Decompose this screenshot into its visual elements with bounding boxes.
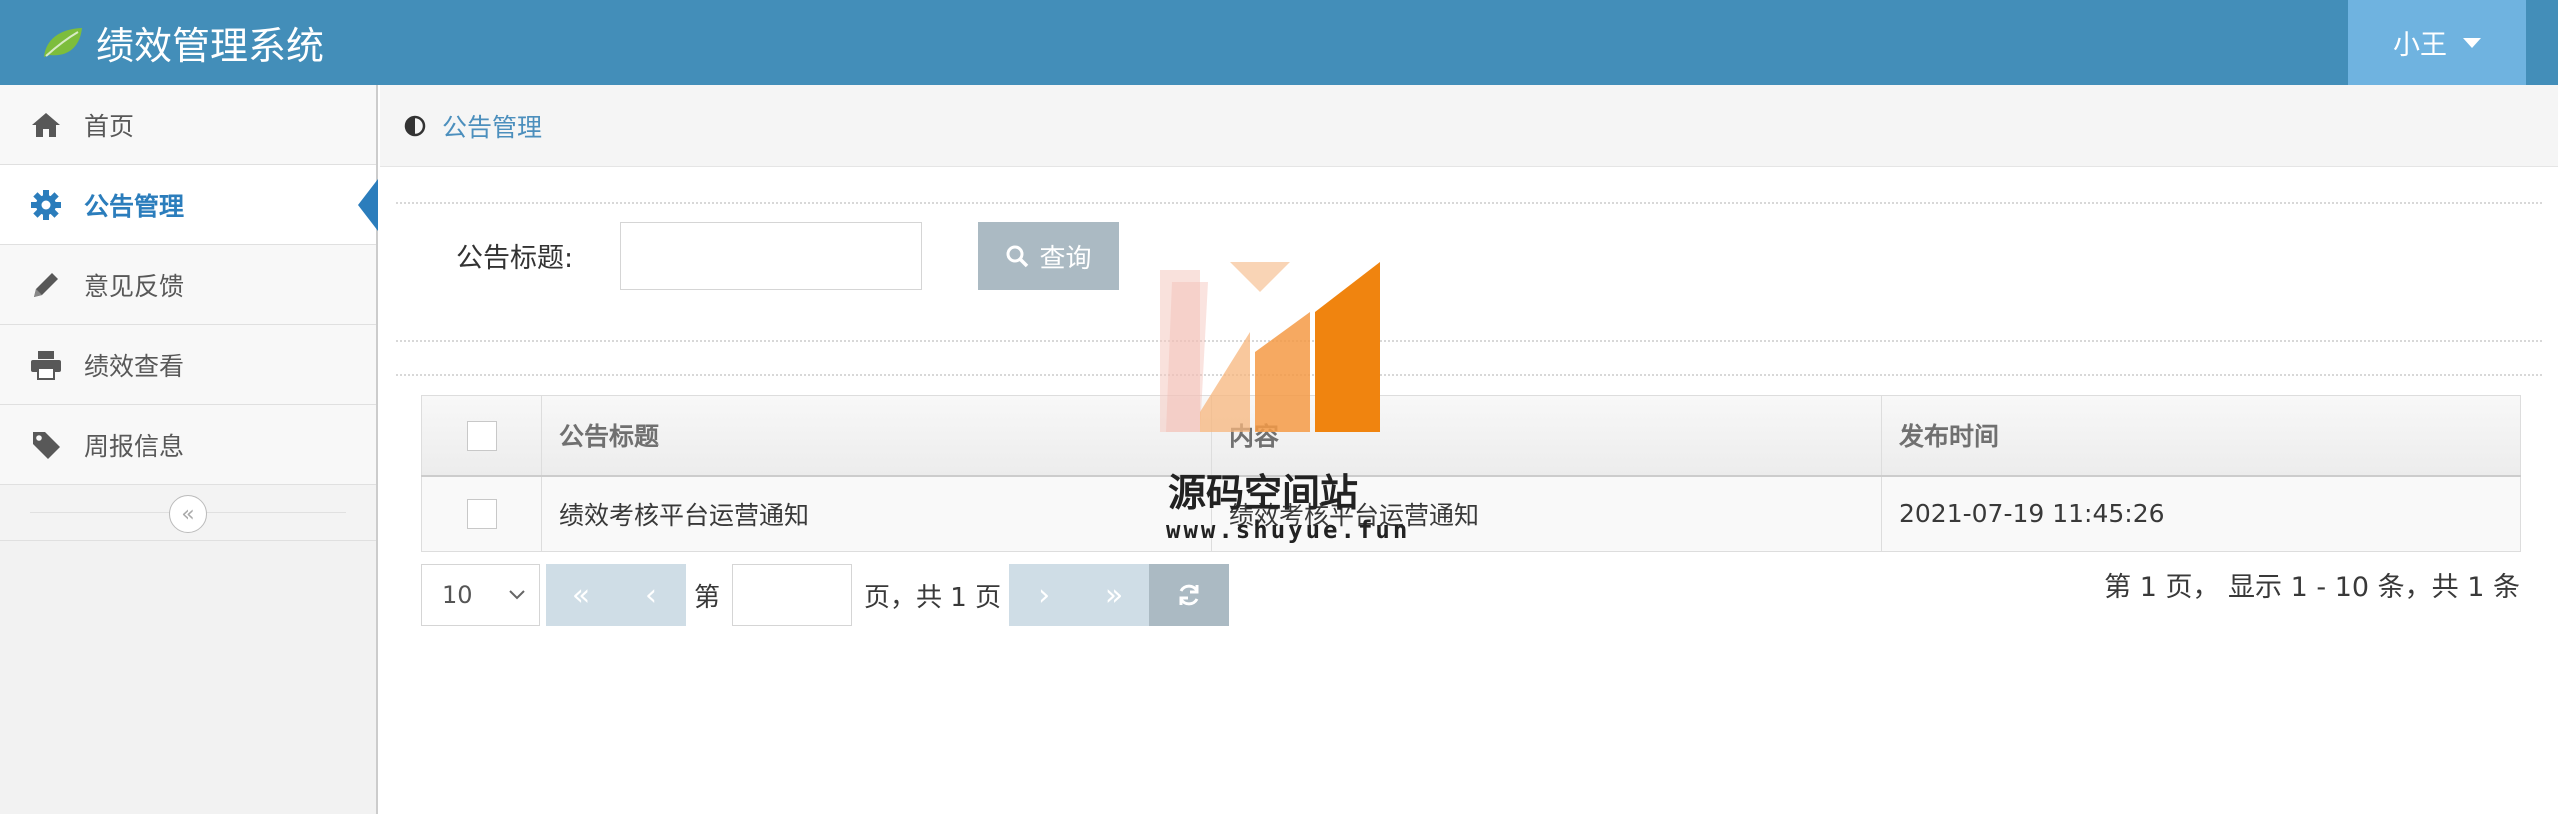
- select-all-cell: [421, 395, 542, 477]
- sidebar-item-performance[interactable]: 绩效查看: [0, 325, 376, 405]
- page-number-input[interactable]: [732, 564, 853, 626]
- refresh-button[interactable]: [1149, 564, 1230, 626]
- leaf-icon: [44, 27, 82, 57]
- title-search-input[interactable]: [620, 222, 922, 290]
- pagination-info: 第 1 页， 显示 1 - 10 条，共 1 条: [2104, 572, 2520, 603]
- column-header-title[interactable]: 公告标题: [541, 395, 1212, 477]
- select-all-checkbox[interactable]: [466, 420, 497, 451]
- announcement-table: 公告标题 内容 发布时间 绩效考核平台运营通知 绩效考核平台运营通知 2021-…: [421, 395, 2521, 552]
- search-button-label: 查询: [1039, 243, 1092, 274]
- sidebar-item-label: 意见反馈: [84, 271, 185, 301]
- page-suffix: 页，共 1 页: [864, 582, 1002, 613]
- pagination: 10 « ‹ 第 页，共 1 页 › »: [421, 564, 1230, 626]
- collapse-sidebar-button[interactable]: «: [169, 495, 207, 533]
- search-title-label: 公告标题:: [456, 243, 574, 274]
- table-header-row: 公告标题 内容 发布时间: [421, 395, 2521, 477]
- chevron-right-icon: ›: [1038, 577, 1051, 613]
- row-select-cell: [421, 475, 542, 552]
- cell-time: 2021-07-19 11:45:26: [1881, 475, 2521, 552]
- table-row[interactable]: 绩效考核平台运营通知 绩效考核平台运营通知 2021-07-19 11:45:2…: [421, 475, 2521, 552]
- chevron-down-icon: [509, 590, 525, 600]
- column-header-time[interactable]: 发布时间: [1881, 395, 2521, 477]
- sidebar-item-label: 周报信息: [84, 431, 185, 461]
- user-name: 小王: [2393, 30, 2447, 61]
- sidebar-item-label: 绩效查看: [84, 351, 185, 381]
- search-button[interactable]: 查询: [978, 222, 1119, 290]
- refresh-icon: [1179, 584, 1199, 606]
- double-chevron-right-icon: »: [1104, 577, 1124, 613]
- top-navbar: 绩效管理系统 小王: [0, 0, 2558, 85]
- chevron-left-icon: ‹: [645, 577, 657, 613]
- sidebar-item-label: 首页: [84, 111, 135, 141]
- page-prefix: 第: [694, 582, 721, 613]
- print-icon: [26, 350, 66, 380]
- double-chevron-left-icon: «: [181, 501, 195, 527]
- next-page-button[interactable]: ›: [1009, 564, 1080, 626]
- divider: [396, 374, 2542, 376]
- active-indicator: [358, 179, 378, 231]
- pencil-icon: [26, 269, 66, 301]
- adjust-icon: [404, 115, 426, 137]
- sidebar-item-feedback[interactable]: 意见反馈: [0, 245, 376, 325]
- prev-page-button[interactable]: ‹: [616, 564, 686, 626]
- watermark-text: 源码空间站: [1168, 471, 1359, 515]
- page-size-value: 10: [442, 581, 473, 609]
- double-chevron-left-icon: «: [571, 577, 591, 613]
- page-size-select[interactable]: 10: [421, 564, 540, 626]
- sidebar-item-label: 公告管理: [84, 191, 185, 221]
- first-page-button[interactable]: «: [546, 564, 616, 626]
- brand[interactable]: 绩效管理系统: [40, 0, 324, 85]
- divider: [396, 340, 2542, 342]
- last-page-button[interactable]: »: [1079, 564, 1150, 626]
- breadcrumb-current[interactable]: 公告管理: [442, 108, 542, 144]
- sidebar-collapse-bar: «: [0, 485, 376, 541]
- sidebar: 首页 公告管理 意见反馈 绩效查看 周报信息 «: [0, 85, 378, 814]
- divider: [396, 202, 2542, 204]
- sidebar-item-announcements[interactable]: 公告管理: [0, 165, 378, 245]
- sidebar-item-home[interactable]: 首页: [0, 85, 376, 165]
- caret-down-icon: [2463, 37, 2481, 48]
- app-title: 绩效管理系统: [96, 24, 325, 68]
- home-icon: [26, 111, 66, 139]
- breadcrumb: 公告管理: [380, 85, 2558, 167]
- sidebar-item-weekly-report[interactable]: 周报信息: [0, 405, 376, 485]
- watermark-url: www.shuyue.fun: [1166, 516, 1411, 544]
- user-menu[interactable]: 小王: [2348, 0, 2526, 85]
- gear-icon: [26, 189, 66, 221]
- row-checkbox[interactable]: [466, 499, 497, 530]
- cell-title: 绩效考核平台运营通知: [541, 475, 1212, 552]
- tag-icon: [26, 429, 66, 461]
- search-icon: [1006, 245, 1029, 268]
